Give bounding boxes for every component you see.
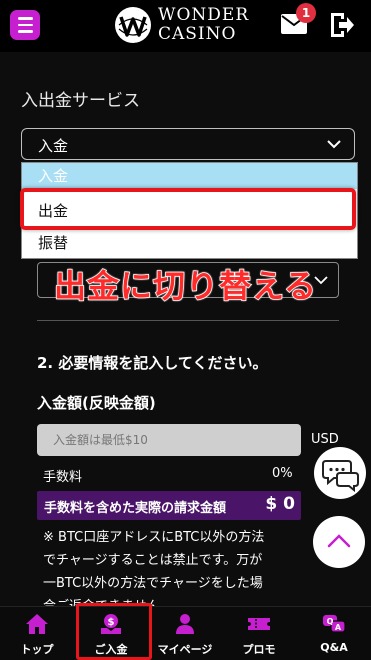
hamburger-menu-button[interactable] <box>10 10 40 40</box>
menu-bar <box>17 17 33 20</box>
chevron-down-icon <box>327 140 341 149</box>
step-2-heading: 2. 必要情報を記入してください。 <box>37 354 268 372</box>
total-value: $ 0 <box>265 494 295 514</box>
nav-item-top[interactable]: トップ <box>0 607 74 660</box>
home-icon <box>26 614 48 634</box>
notice-line: でチャージすることは禁止です。万が <box>43 553 263 568</box>
currency-label: USD <box>311 432 339 447</box>
svg-text:Q: Q <box>327 617 334 626</box>
fee-value: 0% <box>272 466 293 481</box>
wonder-casino-logo[interactable]: WONDER CASINO <box>113 4 249 46</box>
nav-item-promo[interactable]: プロモ <box>222 607 296 660</box>
svg-text:A: A <box>335 623 342 632</box>
nav-label: プロモ <box>242 643 276 656</box>
nav-item-mypage[interactable]: マイページ <box>148 607 222 660</box>
amount-input[interactable]: 入金額は最低$10 <box>37 424 301 456</box>
menu-bar <box>17 30 33 33</box>
dropdown-option-transfer[interactable]: 振替 <box>22 227 357 259</box>
logo-line-2: CASINO <box>158 24 237 44</box>
chat-bubbles-icon <box>322 460 359 493</box>
qa-icon: Q A <box>323 615 346 633</box>
fee-label: 手数料 <box>43 470 83 485</box>
chevron-up-icon <box>327 534 351 548</box>
logo-text: WONDER CASINO <box>158 6 249 44</box>
amount-label: 入金額(反映金額) <box>37 394 156 412</box>
service-type-selected-value: 入金 <box>38 137 69 155</box>
chat-button[interactable] <box>314 447 366 499</box>
notice-line: 一BTC以外の方法でチャージをした場 <box>43 576 263 591</box>
user-icon <box>176 614 194 634</box>
nav-item-qa[interactable]: Q A Q&A <box>297 607 371 660</box>
logout-icon[interactable] <box>329 11 355 39</box>
app-header: WONDER CASINO 1 <box>0 0 371 52</box>
notice-line: ※ BTC口座アドレスにBTC以外の方法 <box>43 530 265 545</box>
dropdown-option-deposit[interactable]: 入金 <box>22 163 357 189</box>
bottom-navigation: トップ $ ご入金 マイページ プロモ Q A Q&A <box>0 606 371 660</box>
menu-bar <box>17 23 33 27</box>
total-amount-bar: 手数料を含めた実際の請求金額 $ 0 <box>37 491 301 520</box>
switch-to-withdraw-annotation: 出金に切り替える <box>53 267 318 305</box>
nav-label: トップ <box>20 643 54 656</box>
logo-line-1: WONDER <box>158 5 250 25</box>
section-title: 入出金サービス <box>21 91 140 111</box>
deposit-nav-highlight-frame <box>76 603 152 660</box>
withdraw-highlight-frame <box>20 188 356 230</box>
mail-unread-badge: 1 <box>296 3 316 23</box>
nav-label: Q&A <box>320 641 348 654</box>
logo-emblem-icon <box>115 7 151 43</box>
service-type-select[interactable]: 入金 <box>21 128 355 160</box>
ticket-icon <box>248 618 270 630</box>
divider <box>37 320 339 321</box>
total-label: 手数料を含めた実際の請求金額 <box>44 501 227 516</box>
nav-label: マイページ <box>157 643 213 656</box>
scroll-to-top-button[interactable] <box>313 516 365 568</box>
